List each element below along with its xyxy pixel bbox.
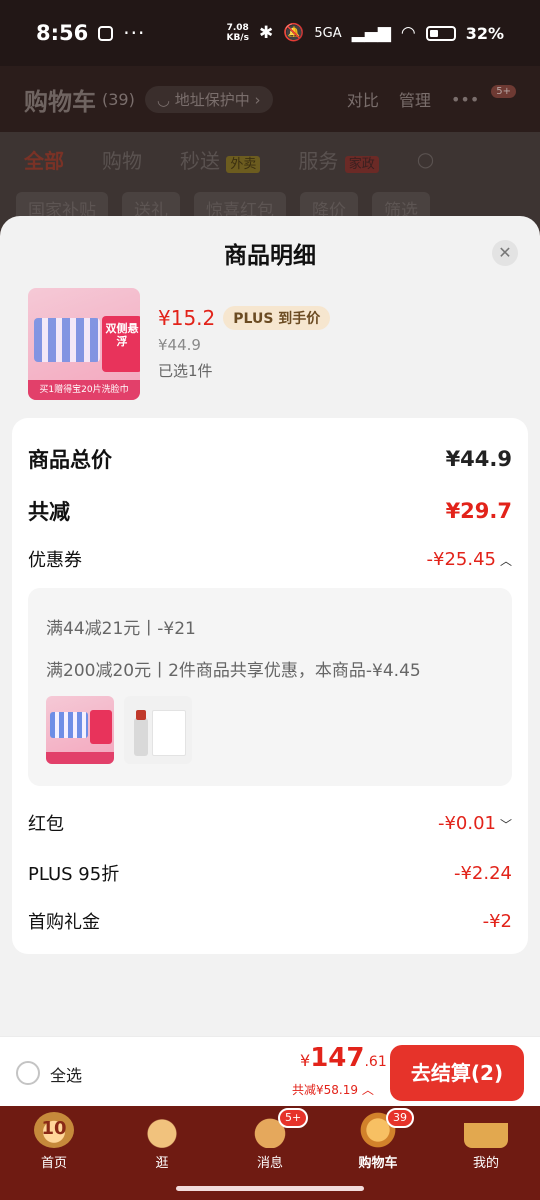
net-speed: 7.08 KB/s: [226, 23, 249, 43]
status-time: 8:56: [36, 21, 89, 45]
battery-icon: [425, 25, 456, 41]
redpacket-value-wrap: -¥0.01 ﹀: [438, 813, 512, 834]
plus-price-badge: PLUS 到手价: [223, 306, 331, 330]
bluetooth-icon: ✱: [258, 23, 274, 43]
status-bar: 8:56 ··· 7.08 KB/s ✱ 🔕 5GA ▂▄▆ ◠ 32%: [0, 0, 540, 66]
row-coupon[interactable]: 优惠券 -¥25.45 ︿: [28, 546, 512, 572]
mute-icon: 🔕: [283, 23, 305, 43]
coupon-detail-2: 满200减20元丨2件商品共享优惠，本商品-¥4.45: [46, 661, 421, 681]
product-image-pads: [34, 318, 100, 362]
tab-cart[interactable]: 39 购物车: [324, 1106, 432, 1176]
chevron-down-icon[interactable]: ﹀: [500, 818, 512, 832]
cart-header: 购物车 (39) ◡ 地址保护中 › 对比 管理 ••• 5+: [0, 66, 540, 132]
row-redpacket[interactable]: 红包 -¥0.01 ﹀: [28, 810, 512, 836]
cart-count: (39): [102, 89, 135, 109]
product-image-strip: 买1赠得宝20片洗脸巾: [28, 380, 140, 400]
row-reduce: 共减 ¥29.7: [28, 496, 512, 526]
product-detail-sheet: 商品明细 ✕ 双侧悬浮 买1赠得宝20片洗脸巾 ¥15.2 PLUS 到手价 ¥…: [0, 216, 540, 1106]
product-summary: 双侧悬浮 买1赠得宝20片洗脸巾 ¥15.2 PLUS 到手价 ¥44.9 已选…: [28, 288, 331, 400]
reduce-value: ¥29.7: [445, 499, 512, 523]
wifi-icon: ◠: [400, 23, 416, 43]
coupon-details: 满44减21元丨-¥21 满200减20元丨2件商品共享优惠，本商品-¥4.45: [28, 588, 512, 786]
saved-amount[interactable]: 共减¥58.19 ︿: [292, 1081, 374, 1098]
select-all-checkbox[interactable]: [16, 1061, 40, 1085]
housekeeping-tag: 家政: [344, 155, 379, 173]
compare-button[interactable]: 对比: [347, 87, 379, 111]
product-image[interactable]: 双侧悬浮 买1赠得宝20片洗脸巾: [28, 288, 140, 400]
chevron-up-icon[interactable]: ︿: [500, 554, 512, 568]
bottom-tab-bar: 首页 逛 5+ 消息 39 购物车 我的: [0, 1106, 540, 1176]
sheet-title: 商品明细: [224, 243, 316, 269]
redpacket-value: -¥0.01: [437, 812, 496, 834]
redpacket-label: 红包: [28, 814, 64, 835]
tab-me[interactable]: 我的: [432, 1106, 540, 1176]
manage-button[interactable]: 管理: [399, 87, 431, 111]
tab-messages-label: 消息: [256, 1156, 283, 1171]
select-all-label[interactable]: 全选: [50, 1062, 82, 1086]
tab-home-label: 首页: [40, 1156, 67, 1171]
coupon-value-wrap: -¥25.45 ︿: [427, 549, 513, 570]
tab-stroll-label: 逛: [155, 1156, 169, 1171]
original-price: ¥44.9: [158, 336, 201, 354]
total-label: 商品总价: [28, 448, 112, 472]
first-purchase-value: -¥2: [482, 910, 512, 932]
tab-seconds[interactable]: 秒送 外卖: [180, 145, 261, 174]
row-plus: PLUS 95折 -¥2.24: [28, 860, 512, 886]
cart-tabs: 全部 购物 秒送 外卖 服务 家政 ○: [0, 132, 540, 186]
row-total: 商品总价 ¥44.9: [28, 444, 512, 474]
checkout-button[interactable]: 去结算(2): [390, 1045, 524, 1101]
chevron-up-icon: ︿: [361, 1083, 374, 1097]
home-indicator-area: [0, 1176, 540, 1200]
tab-me-label: 我的: [472, 1156, 499, 1171]
tab-messages[interactable]: 5+ 消息: [216, 1106, 324, 1176]
cart-title: 购物车: [24, 87, 96, 116]
price-breakdown-card: 商品总价 ¥44.9 共减 ¥29.7 优惠券 -¥25.45 ︿ 满44减21元…: [12, 418, 528, 954]
row-first-purchase: 首购礼金 -¥2: [28, 908, 512, 934]
home-icon: [34, 1112, 74, 1148]
more-icon[interactable]: •••: [451, 90, 479, 109]
product-price: ¥15.2: [158, 306, 216, 330]
coupon-product-thumb-1[interactable]: [46, 696, 114, 764]
product-image-label: 双侧悬浮: [102, 316, 140, 372]
signal-icon: ▂▄▆: [351, 23, 391, 43]
close-icon[interactable]: ✕: [492, 240, 518, 266]
horse-icon: [140, 1112, 184, 1148]
plus-discount-value: -¥2.24: [453, 862, 512, 884]
search-icon[interactable]: ○: [417, 147, 434, 171]
reduce-label: 共减: [28, 500, 70, 524]
product-info: ¥15.2 PLUS 到手价 ¥44.9 已选1件: [158, 288, 331, 400]
coupon-detail-1: 满44减21元丨-¥21: [46, 619, 196, 639]
total-amount: ¥147.61: [300, 1043, 387, 1073]
more-notifications-icon: ···: [123, 21, 146, 45]
coupon-value: -¥25.45: [426, 548, 496, 570]
tab-all[interactable]: 全部: [24, 145, 64, 174]
smile-icon: ◡: [156, 90, 175, 109]
notification-icon: [98, 25, 114, 41]
tab-shopping[interactable]: 购物: [102, 145, 142, 174]
takeout-tag: 外卖: [226, 155, 261, 173]
coupon-label: 优惠券: [28, 550, 82, 571]
tab-stroll[interactable]: 逛: [108, 1106, 216, 1176]
checkout-bar: 全选 ¥147.61 共减¥58.19 ︿ 去结算(2): [0, 1036, 540, 1106]
plus-discount-label: PLUS 95折: [28, 864, 120, 885]
first-purchase-label: 首购礼金: [28, 912, 100, 933]
crown-icon: [464, 1115, 508, 1148]
home-indicator[interactable]: [176, 1186, 364, 1191]
more-badge: 5+: [491, 84, 516, 98]
signal-label: 5GA: [314, 25, 342, 41]
cart-badge: 39: [386, 1108, 414, 1128]
messages-badge: 5+: [278, 1108, 309, 1128]
tab-cart-label: 购物车: [358, 1156, 398, 1171]
total-value: ¥44.9: [445, 447, 512, 471]
tab-home[interactable]: 首页: [0, 1106, 108, 1176]
battery-percent: 32%: [465, 23, 504, 43]
selected-count: 已选1件: [158, 362, 213, 380]
tab-service[interactable]: 服务 家政: [298, 145, 379, 174]
coupon-product-thumb-2[interactable]: [124, 696, 192, 764]
address-protect-chip[interactable]: ◡ 地址保护中 ›: [144, 85, 273, 113]
